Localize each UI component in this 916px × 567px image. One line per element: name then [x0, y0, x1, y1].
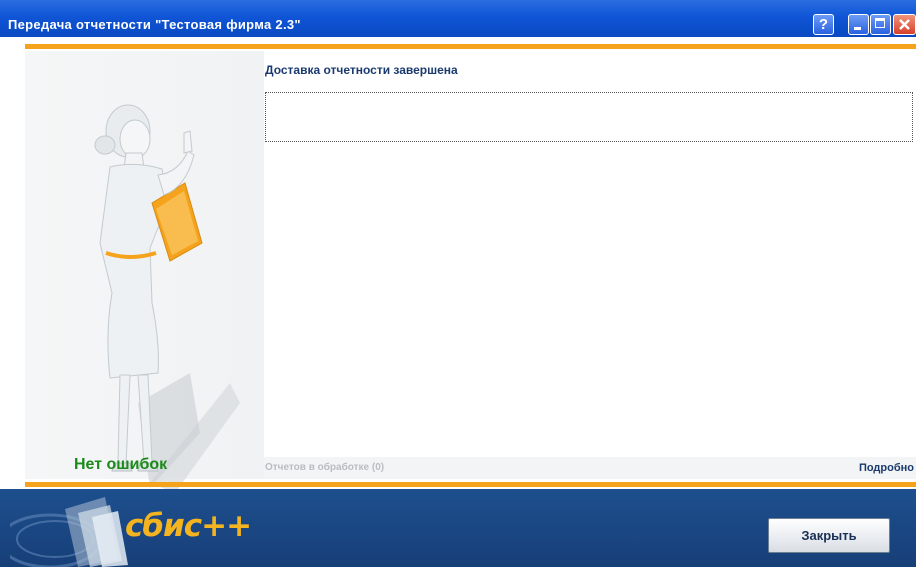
- details-link[interactable]: Подробно: [859, 462, 914, 474]
- top-accent-line: [25, 44, 916, 49]
- status-no-errors: Нет ошибок: [74, 456, 168, 473]
- window-title: Передача отчетности "Тестовая фирма 2.3": [8, 17, 301, 32]
- sbis-logo-text: сбис++: [125, 508, 252, 544]
- left-panel: [25, 51, 264, 493]
- pending-reports-label: Отчетов в обработке (0): [265, 462, 385, 473]
- bottom-accent-line: [25, 482, 916, 487]
- minimize-button[interactable]: [848, 14, 869, 35]
- close-icon: [899, 19, 910, 30]
- close-window-button[interactable]: [893, 14, 916, 35]
- message-box[interactable]: [265, 92, 913, 142]
- close-button[interactable]: Закрыть: [768, 518, 890, 553]
- bottom-band: сбис++ Закрыть: [0, 489, 916, 567]
- help-button[interactable]: ?: [813, 14, 834, 35]
- sbis-logo-mark: [10, 497, 128, 567]
- woman-thumbs-up-illustration: [94, 104, 240, 493]
- main-heading: Доставка отчетности завершена: [265, 63, 458, 77]
- title-bar[interactable]: Передача отчетности "Тестовая фирма 2.3"…: [0, 0, 916, 37]
- maximize-button[interactable]: [870, 14, 891, 35]
